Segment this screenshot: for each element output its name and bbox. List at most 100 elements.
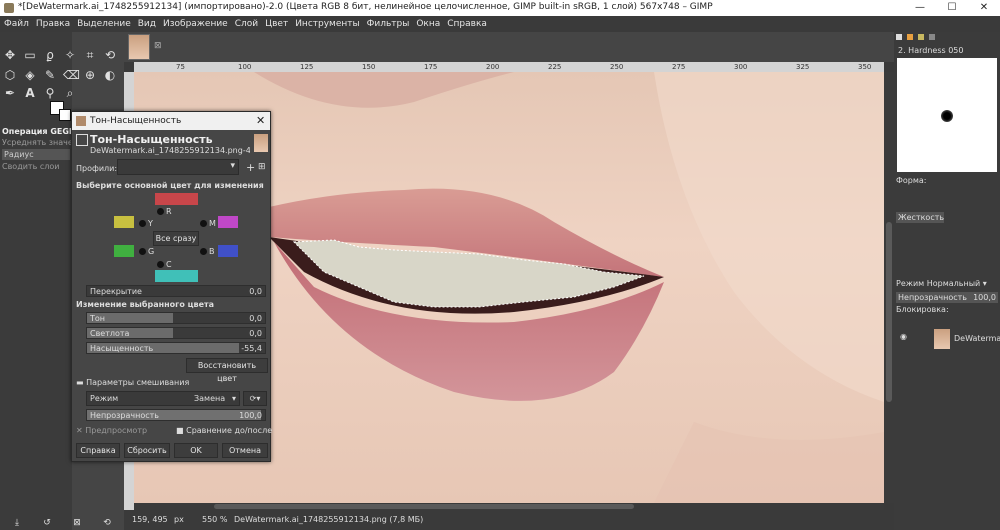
radio-c[interactable]: [157, 261, 164, 268]
radio-b[interactable]: [200, 248, 207, 255]
patterns-tab-icon[interactable]: [907, 34, 913, 40]
label-r: R: [166, 207, 172, 216]
layer-name[interactable]: DeWatermark.: [954, 334, 1000, 343]
menu-filters[interactable]: Фильтры: [367, 19, 410, 29]
image-tab-thumbnail[interactable]: [128, 34, 150, 60]
saturation-slider[interactable]: Насыщенность -55,4: [86, 342, 266, 354]
overlap-slider[interactable]: Перекрытие 0,0: [86, 285, 266, 297]
gradients-tab-icon[interactable]: [929, 34, 935, 40]
dialog-window-title: Тон-Насыщенность: [90, 116, 182, 126]
blend-heading[interactable]: ▬ Параметры смешивания: [76, 378, 189, 387]
delete-options-icon[interactable]: ⊠: [70, 516, 84, 530]
menu-bar: Файл Правка Выделение Вид Изображение Сл…: [0, 16, 1000, 32]
dialog-image-thumb: [254, 134, 268, 152]
menu-view[interactable]: Вид: [138, 19, 156, 29]
help-button[interactable]: Справка: [76, 443, 120, 458]
smudge-icon[interactable]: ◐: [103, 68, 117, 82]
layers-opacity[interactable]: Непрозрачность 100,0: [896, 292, 998, 303]
ruler-tick-label: 200: [486, 63, 500, 71]
save-options-icon[interactable]: ⤓: [10, 516, 24, 530]
maximize-button[interactable]: ☐: [938, 0, 966, 16]
horizontal-scrollbar[interactable]: [134, 503, 884, 510]
bucket-fill-icon[interactable]: ◈: [23, 68, 37, 82]
profiles-combo[interactable]: ▾: [117, 159, 239, 175]
add-profile-icon[interactable]: +: [246, 161, 255, 174]
menu-select[interactable]: Выделение: [77, 19, 131, 29]
menu-windows[interactable]: Окна: [416, 19, 440, 29]
minimize-button[interactable]: —: [906, 0, 934, 16]
lasso-icon[interactable]: ϼ: [43, 48, 57, 62]
clone-icon[interactable]: ⊕: [83, 68, 97, 82]
overlap-value: 0,0: [249, 287, 262, 296]
radio-m[interactable]: [200, 220, 207, 227]
rect-select-icon[interactable]: ▭: [23, 48, 37, 62]
menu-tools[interactable]: Инструменты: [295, 19, 359, 29]
lightness-slider[interactable]: Светлота 0,0: [86, 327, 266, 339]
menu-layer[interactable]: Слой: [235, 19, 258, 29]
brushes-tab-icon[interactable]: [896, 34, 902, 40]
blend-mode-combo[interactable]: Режим Замена ▾: [86, 391, 240, 406]
ruler-tick-label: 250: [610, 63, 624, 71]
swatch-y[interactable]: [114, 216, 134, 228]
color-picker-icon[interactable]: ⚲: [43, 86, 57, 100]
zoom-select[interactable]: 550 %: [202, 515, 227, 524]
brush-hardness-label[interactable]: Жесткость: [896, 212, 944, 223]
radio-g[interactable]: [139, 248, 146, 255]
brush-preview[interactable]: [897, 58, 997, 172]
eye-icon[interactable]: ◉: [900, 332, 907, 341]
restore-options-icon[interactable]: ↺: [40, 516, 54, 530]
horizontal-scroll-thumb[interactable]: [214, 504, 634, 509]
adjust-heading: Изменение выбранного цвета: [76, 300, 215, 309]
warp-icon[interactable]: ⬡: [3, 68, 17, 82]
transform-icon[interactable]: ⟲: [103, 48, 117, 62]
background-color-swatch[interactable]: [59, 109, 71, 121]
ok-button[interactable]: OK: [174, 443, 218, 458]
hue-slider[interactable]: Тон 0,0: [86, 312, 266, 324]
unit-select[interactable]: px: [174, 515, 184, 524]
swatch-m[interactable]: [218, 216, 238, 228]
menu-edit[interactable]: Правка: [36, 19, 70, 29]
eraser-icon[interactable]: ⌫: [63, 68, 80, 82]
preview-checkbox[interactable]: ✕ Предпросмотр: [76, 426, 147, 435]
menu-image[interactable]: Изображение: [163, 19, 228, 29]
layers-mode[interactable]: Режим Нормальный ▾: [896, 278, 998, 290]
swatch-r[interactable]: [155, 193, 198, 205]
vertical-scrollbar[interactable]: [884, 72, 894, 503]
move-tool-icon[interactable]: ✥: [3, 48, 17, 62]
profile-menu-icon[interactable]: ⊞: [258, 162, 266, 172]
blend-space-button[interactable]: ⟳▾: [243, 391, 267, 406]
menu-color[interactable]: Цвет: [265, 19, 288, 29]
fonts-tab-icon[interactable]: [918, 34, 924, 40]
menu-file[interactable]: Файл: [4, 19, 29, 29]
radius-field[interactable]: Радиус: [2, 149, 70, 160]
merge-checkbox[interactable]: Сводить слои: [0, 161, 72, 172]
text-tool-icon[interactable]: A: [23, 86, 37, 100]
blend-opacity-value: 100,0: [239, 411, 262, 420]
swatch-b[interactable]: [218, 245, 238, 257]
radio-r[interactable]: [157, 208, 164, 215]
layer-row[interactable]: ◉ DeWatermark.: [896, 329, 1000, 349]
zoom-tool-icon[interactable]: ⌕: [63, 86, 77, 100]
reset-button[interactable]: Сбросить: [124, 443, 170, 458]
vertical-scroll-thumb[interactable]: [886, 222, 892, 402]
compare-checkbox[interactable]: ■ Сравнение до/после: [176, 426, 272, 435]
smooth-checkbox[interactable]: Усреднять значения: [0, 137, 72, 148]
crop-icon[interactable]: ⌗: [83, 48, 97, 62]
swatch-c[interactable]: [155, 270, 198, 282]
swatch-g[interactable]: [114, 245, 134, 257]
reset-options-icon[interactable]: ⟲: [100, 516, 114, 530]
restore-color-button[interactable]: Восстановить цвет: [186, 358, 268, 383]
paths-icon[interactable]: ✒: [3, 86, 17, 100]
menu-help[interactable]: Справка: [447, 19, 487, 29]
radio-y[interactable]: [139, 220, 146, 227]
tab-close-icon[interactable]: ⊠: [154, 41, 162, 51]
dialog-close-icon[interactable]: ✕: [256, 114, 265, 127]
paintbrush-icon[interactable]: ✎: [43, 68, 57, 82]
close-button[interactable]: ✕: [970, 0, 998, 16]
all-colors-button[interactable]: Все сразу: [153, 231, 199, 246]
fuzzy-select-icon[interactable]: ✧: [63, 48, 77, 62]
cancel-button[interactable]: Отмена: [222, 443, 268, 458]
pointer-coords: 159, 495: [132, 515, 168, 524]
blend-opacity-slider[interactable]: Непрозрачность 100,0: [86, 409, 266, 421]
layers-opacity-label: Непрозрачность: [898, 293, 967, 302]
